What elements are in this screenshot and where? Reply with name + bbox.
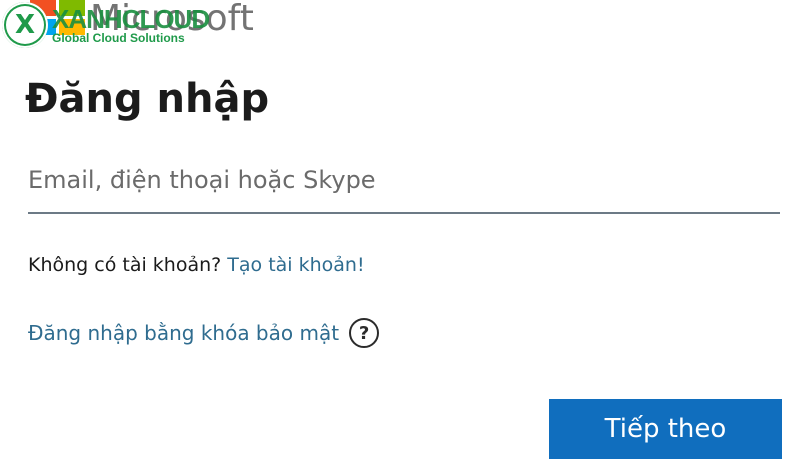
security-key-row: Đăng nhập bằng khóa bảo mật ? xyxy=(28,318,380,348)
email-field-wrapper xyxy=(28,160,780,214)
create-account-link[interactable]: Tạo tài khoản! xyxy=(227,254,364,276)
watermark-logo-icon: X xyxy=(2,2,48,48)
help-icon[interactable]: ? xyxy=(349,318,380,348)
next-button[interactable]: Tiếp theo xyxy=(549,399,782,459)
watermark-logo-letter: X xyxy=(6,6,44,44)
no-account-row: Không có tài khoản? Tạo tài khoản! xyxy=(28,254,365,276)
security-key-link[interactable]: Đăng nhập bằng khóa bảo mật xyxy=(28,321,339,345)
watermark-tagline: Global Cloud Solutions xyxy=(52,31,185,45)
email-input[interactable] xyxy=(28,160,780,214)
header: Microsoft X XANHCLOUD Global Cloud Solut… xyxy=(0,0,270,55)
page-title: Đăng nhập xyxy=(25,76,270,122)
no-account-text: Không có tài khoản? xyxy=(28,254,222,276)
